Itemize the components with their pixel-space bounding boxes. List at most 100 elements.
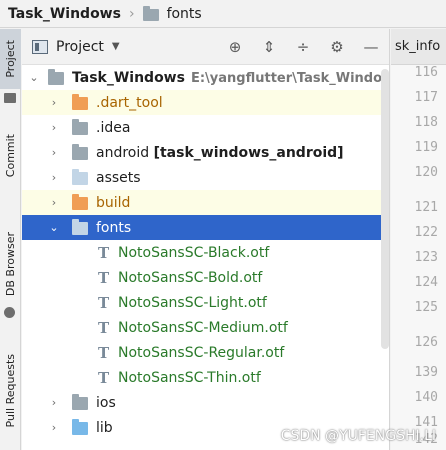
line-number: 122 <box>414 225 438 240</box>
font-file-icon: T <box>98 243 110 262</box>
breadcrumb: Task_Windows › fonts <box>0 0 446 28</box>
line-number: 118 <box>414 115 438 130</box>
stripe-tab-project[interactable]: Project <box>0 29 21 89</box>
vertical-scrollbar[interactable] <box>381 69 389 349</box>
folder-icon <box>72 219 88 235</box>
stripe-tab-db-browser[interactable]: DB Browser <box>0 225 21 303</box>
line-number: 140 <box>414 390 438 405</box>
chevron-down-icon[interactable]: ▼ <box>112 41 120 52</box>
tree-item-label: fonts <box>96 219 132 236</box>
chevron-down-icon[interactable]: ⌄ <box>28 71 40 84</box>
editor-tab[interactable]: sk_info <box>391 29 446 65</box>
stripe-tab-pull-requests[interactable]: Pull Requests <box>0 341 21 441</box>
folder-icon <box>72 169 88 185</box>
breadcrumb-separator: › <box>128 5 135 22</box>
tree-item-label: NotoSansSC-Light.otf <box>118 294 267 311</box>
font-file-icon: T <box>98 268 110 287</box>
chevron-right-icon[interactable]: › <box>48 171 60 184</box>
tree-root-label: Task_Windows E:\yangflutter\Task_Windows <box>72 69 389 86</box>
gear-icon[interactable]: ⚙ <box>327 37 347 57</box>
tree-row-font-file[interactable]: T NotoSansSC-Thin.otf <box>22 365 389 390</box>
tree-item-label: NotoSansSC-Medium.otf <box>118 319 288 336</box>
chevron-right-icon[interactable]: › <box>48 96 60 109</box>
locate-icon[interactable]: ⊕ <box>225 37 245 57</box>
stripe-tab-label: Project <box>4 40 17 78</box>
tree-row-dart-tool[interactable]: › .dart_tool <box>22 90 389 115</box>
tree-item-label: NotoSansSC-Thin.otf <box>118 369 261 386</box>
tree-row-root[interactable]: ⌄ Task_Windows E:\yangflutter\Task_Window… <box>22 65 389 90</box>
module-name: [task_windows_android] <box>153 144 344 161</box>
chevron-right-icon[interactable]: › <box>48 421 60 434</box>
tree-row-font-file[interactable]: T NotoSansSC-Regular.otf <box>22 340 389 365</box>
line-number: 121 <box>414 200 438 215</box>
stripe-tab-commit[interactable]: Commit <box>0 121 21 191</box>
project-toolbar: Project ▼ ⊕ ⇕ ÷ ⚙ — <box>22 29 389 65</box>
breadcrumb-project[interactable]: Task_Windows <box>8 6 121 22</box>
font-file-icon: T <box>98 368 110 387</box>
tree-row-android[interactable]: › android [task_windows_android] <box>22 140 389 165</box>
tree-row-assets[interactable]: › assets <box>22 165 389 190</box>
line-number: 139 <box>414 365 438 380</box>
project-panel: Project ▼ ⊕ ⇕ ÷ ⚙ — ⌄ Task_Windows E:\yan… <box>22 29 390 450</box>
tree-row-ios[interactable]: › ios <box>22 390 389 415</box>
line-number: 123 <box>414 250 438 265</box>
folder-icon <box>72 94 88 110</box>
chevron-right-icon[interactable]: › <box>48 121 60 134</box>
tree-item-label: .idea <box>96 119 131 136</box>
project-icon <box>4 93 16 103</box>
tree-item-label: NotoSansSC-Bold.otf <box>118 269 263 286</box>
folder-icon <box>72 194 88 210</box>
source-folder-icon <box>72 419 88 435</box>
chevron-right-icon[interactable]: › <box>48 146 60 159</box>
tree-row-build[interactable]: › build <box>22 190 389 215</box>
chevron-right-icon[interactable]: › <box>48 396 60 409</box>
tree-row-idea[interactable]: › .idea <box>22 115 389 140</box>
project-view-title[interactable]: Project <box>56 39 104 55</box>
tree-item-label: .dart_tool <box>96 94 163 111</box>
stripe-tab-label: DB Browser <box>4 231 17 297</box>
expand-all-icon[interactable]: ⇕ <box>259 37 279 57</box>
stripe-tab-label: Commit <box>4 134 17 178</box>
font-file-icon: T <box>98 293 110 312</box>
toolbar-actions: ⊕ ⇕ ÷ ⚙ — <box>225 37 389 57</box>
collapse-all-icon[interactable]: ÷ <box>293 37 313 57</box>
tree-item-label: ios <box>96 394 116 411</box>
hide-icon[interactable]: — <box>361 37 381 57</box>
line-number: 120 <box>414 165 438 180</box>
folder-icon <box>72 394 88 410</box>
tree-item-label: NotoSansSC-Black.otf <box>118 244 270 261</box>
line-number: 117 <box>414 90 438 105</box>
tree-row-font-file[interactable]: T NotoSansSC-Medium.otf <box>22 315 389 340</box>
tree-row-fonts[interactable]: ⌄ fonts <box>22 215 389 240</box>
folder-icon <box>142 5 159 21</box>
line-number: 124 <box>414 275 438 290</box>
editor-tab-label: sk_info <box>395 39 441 54</box>
project-folder-icon <box>48 69 64 85</box>
tree-item-label: android <box>96 144 150 161</box>
tree-row-font-file[interactable]: T NotoSansSC-Light.otf <box>22 290 389 315</box>
stripe-tab-label: Pull Requests <box>4 354 17 428</box>
db-browser-icon <box>4 307 15 318</box>
line-number: 119 <box>414 140 438 155</box>
line-number: 125 <box>414 300 438 315</box>
project-view-icon <box>32 39 48 54</box>
tree-item-label: build <box>96 194 131 211</box>
tree-row-font-file[interactable]: T NotoSansSC-Bold.otf <box>22 265 389 290</box>
font-file-icon: T <box>98 318 110 337</box>
line-number: 116 <box>414 65 438 80</box>
tool-window-stripe: Project Commit DB Browser Pull Requests <box>0 29 21 450</box>
editor-area: sk_info 116 117 118 119 120 121 122 123 … <box>391 29 446 450</box>
root-name: Task_Windows <box>72 69 185 86</box>
chevron-right-icon[interactable]: › <box>48 196 60 209</box>
folder-icon <box>72 119 88 135</box>
breadcrumb-folder[interactable]: fonts <box>167 6 202 22</box>
line-number: 126 <box>414 335 438 350</box>
watermark: CSDN @YUFENGSHI.LI <box>280 428 436 444</box>
tree-item-label: lib <box>96 419 113 436</box>
font-file-icon: T <box>98 343 110 362</box>
tree-row-font-file[interactable]: T NotoSansSC-Black.otf <box>22 240 389 265</box>
project-tree: ⌄ Task_Windows E:\yangflutter\Task_Window… <box>22 65 389 440</box>
module-folder-icon <box>72 144 88 160</box>
tree-item-label: NotoSansSC-Regular.otf <box>118 344 285 361</box>
chevron-down-icon[interactable]: ⌄ <box>48 221 60 234</box>
